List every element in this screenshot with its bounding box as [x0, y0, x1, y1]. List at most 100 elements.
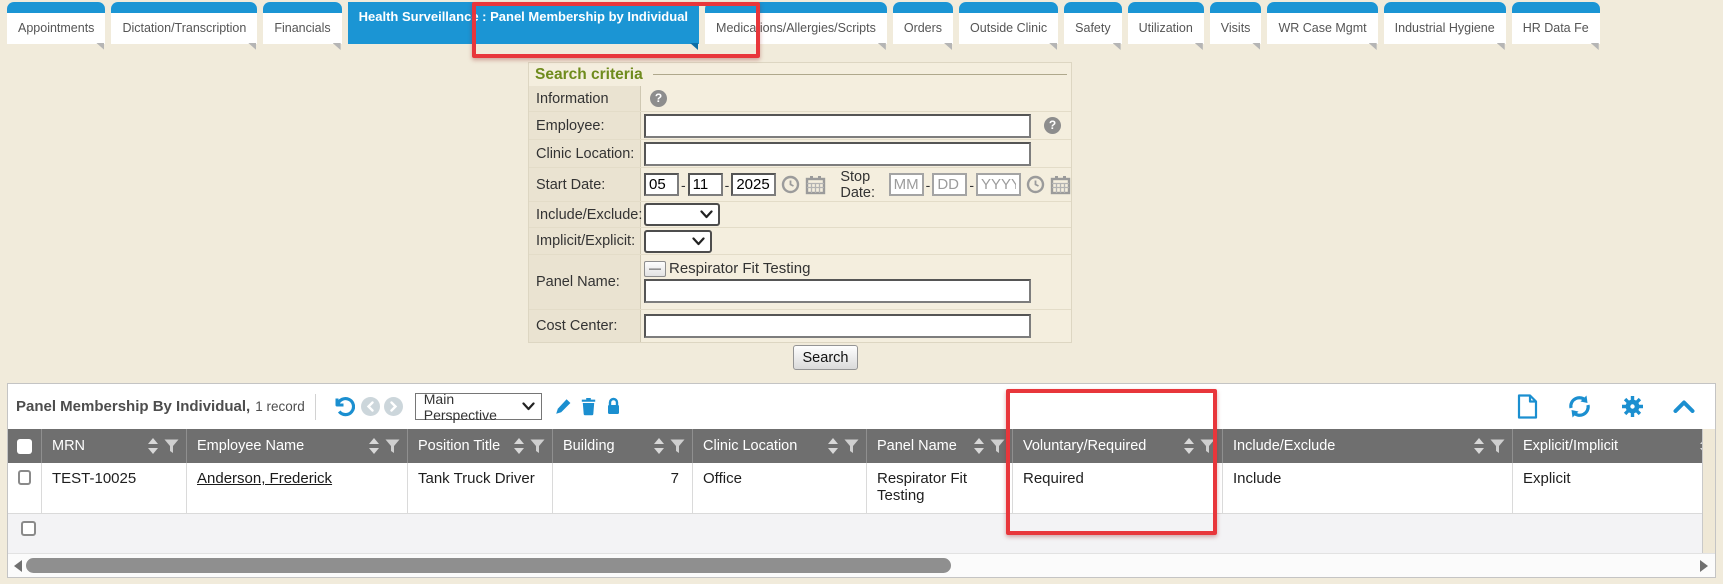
tab-fold [1497, 43, 1505, 50]
employee-input[interactable] [644, 114, 1031, 138]
stop-date-time-icon[interactable] [1026, 175, 1045, 194]
lock-icon[interactable] [605, 397, 622, 416]
select-all-checkbox[interactable] [17, 439, 32, 454]
tab-label: Medications/Allergies/Scripts [705, 13, 887, 43]
tab-visits[interactable]: Visits [1210, 2, 1262, 44]
implicit-explicit-select[interactable] [644, 230, 712, 253]
cell-mrn: TEST-10025 [42, 463, 187, 514]
panel-name-input[interactable] [644, 279, 1031, 303]
tab-hr-data-feed[interactable]: HR Data Fe [1512, 2, 1600, 44]
tab-medications-allergies-scripts[interactable]: Medications/Allergies/Scripts [705, 2, 887, 44]
horizontal-scrollbar[interactable] [8, 553, 1715, 577]
tab-safety[interactable]: Safety [1064, 2, 1121, 44]
undo-icon[interactable] [332, 396, 355, 418]
start-date-year-input[interactable] [731, 173, 776, 196]
filter-icon[interactable] [1490, 439, 1505, 454]
date-separator: - [725, 177, 730, 193]
row-checkbox[interactable] [18, 470, 31, 485]
module-tab-bar: Appointments Dictation/Transcription Fin… [7, 2, 1600, 44]
tab-cap [1128, 2, 1204, 13]
scroll-right-arrow-icon[interactable] [1700, 560, 1708, 572]
tab-outside-clinic[interactable]: Outside Clinic [959, 2, 1058, 44]
start-date-time-icon[interactable] [781, 175, 800, 194]
employee-name-link[interactable]: Anderson, Frederick [197, 470, 332, 487]
new-record-icon[interactable] [1517, 394, 1538, 419]
sort-icon[interactable] [1473, 438, 1485, 454]
tab-appointments[interactable]: Appointments [7, 2, 105, 44]
sort-icon[interactable] [147, 438, 159, 454]
filter-icon[interactable] [385, 439, 400, 454]
stop-date-month-input[interactable] [889, 173, 924, 196]
tab-financials[interactable]: Financials [263, 2, 341, 44]
tab-label: Industrial Hygiene [1384, 13, 1506, 43]
chevron-down-icon [522, 402, 535, 411]
sort-icon[interactable] [513, 438, 525, 454]
column-header-position-title[interactable]: Position Title [408, 429, 553, 463]
column-header-voluntary-required[interactable]: Voluntary/Required [1013, 429, 1223, 463]
remove-panel-chip-button[interactable]: — [644, 261, 666, 277]
tab-utilization[interactable]: Utilization [1128, 2, 1204, 44]
scroll-left-arrow-icon[interactable] [14, 560, 22, 572]
include-exclude-row: Include/Exclude: [529, 202, 1071, 228]
date-separator: - [926, 177, 931, 193]
chevron-down-icon [692, 237, 705, 246]
sort-icon[interactable] [368, 438, 380, 454]
stop-date-day-input[interactable] [932, 173, 967, 196]
search-criteria-title: Search criteria [535, 66, 643, 84]
next-page-icon[interactable] [384, 397, 403, 416]
cost-center-input[interactable] [644, 314, 1031, 338]
column-header-building[interactable]: Building [553, 429, 693, 463]
tab-industrial-hygiene[interactable]: Industrial Hygiene [1384, 2, 1506, 44]
filter-icon[interactable] [530, 439, 545, 454]
footer-checkbox[interactable] [21, 521, 36, 536]
filter-icon[interactable] [844, 439, 859, 454]
sort-icon[interactable] [973, 438, 985, 454]
cell-explicit-implicit: Explicit [1513, 463, 1704, 514]
date-row: Start Date: - - Stop Date: - - [529, 168, 1071, 202]
tab-label: Orders [893, 13, 953, 43]
perspective-select[interactable]: Main Perspective [415, 393, 542, 420]
include-exclude-select[interactable] [644, 203, 720, 226]
cost-center-label: Cost Center: [529, 310, 641, 342]
column-header-explicit-implicit[interactable]: Explicit/Implicit [1513, 429, 1704, 463]
stop-date-calendar-icon[interactable] [1050, 175, 1071, 195]
collapse-grid-icon[interactable] [1673, 400, 1695, 413]
tab-label: HR Data Fe [1512, 13, 1600, 43]
employee-help-icon[interactable]: ? [1044, 117, 1061, 134]
column-header-include-exclude[interactable]: Include/Exclude [1223, 429, 1513, 463]
scrollbar-thumb[interactable] [26, 558, 951, 573]
filter-icon[interactable] [1200, 439, 1215, 454]
settings-gear-icon[interactable] [1621, 395, 1644, 418]
panel-name-row: Panel Name: — Respirator Fit Testing [529, 255, 1071, 310]
tab-wr-case-mgmt[interactable]: WR Case Mgmt [1267, 2, 1377, 44]
sort-icon[interactable] [827, 438, 839, 454]
column-header-panel-name[interactable]: Panel Name [867, 429, 1013, 463]
app-screen: Appointments Dictation/Transcription Fin… [0, 0, 1723, 584]
help-icon[interactable]: ? [650, 90, 667, 107]
edit-perspective-icon[interactable] [554, 398, 572, 416]
sort-icon[interactable] [653, 438, 665, 454]
previous-page-icon[interactable] [361, 397, 380, 416]
filter-icon[interactable] [670, 439, 685, 454]
search-button[interactable]: Search [793, 345, 858, 370]
record-count: 1 record [255, 399, 305, 414]
stop-date-year-input[interactable] [976, 173, 1021, 196]
tab-health-surveillance-panel-membership[interactable]: Health Surveillance : Panel Membership b… [348, 2, 699, 44]
clinic-location-input[interactable] [644, 142, 1031, 166]
delete-perspective-icon[interactable] [580, 397, 597, 416]
filter-icon[interactable] [990, 439, 1005, 454]
tab-cap [893, 2, 953, 13]
column-header-employee-name[interactable]: Employee Name [187, 429, 408, 463]
start-date-calendar-icon[interactable] [805, 175, 826, 195]
filter-icon[interactable] [164, 439, 179, 454]
start-date-day-input[interactable] [688, 173, 723, 196]
sort-icon[interactable] [1183, 438, 1195, 454]
refresh-icon[interactable] [1567, 395, 1592, 418]
tab-cap [1384, 2, 1506, 13]
tab-orders[interactable]: Orders [893, 2, 953, 44]
column-header-clinic-location[interactable]: Clinic Location [693, 429, 867, 463]
start-date-month-input[interactable] [644, 173, 679, 196]
tab-dictation-transcription[interactable]: Dictation/Transcription [111, 2, 257, 44]
column-header-mrn[interactable]: MRN [42, 429, 187, 463]
information-row: Information ? [529, 86, 1071, 112]
